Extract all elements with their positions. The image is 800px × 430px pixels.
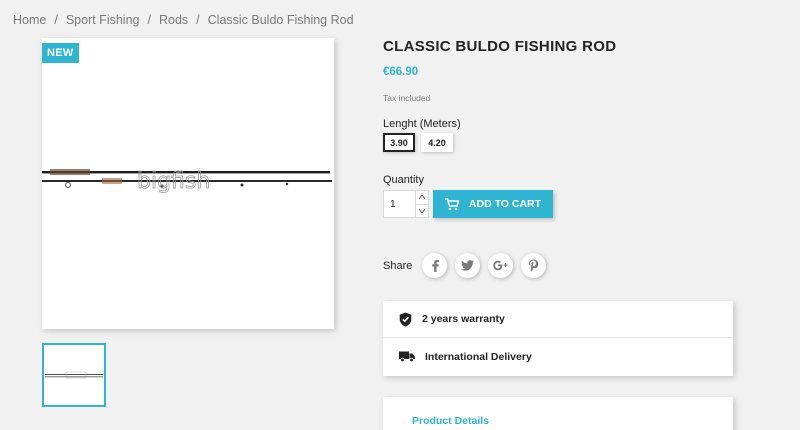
- quantity-increase-button[interactable]: [416, 191, 428, 205]
- breadcrumb: Home / Sport Fishing / Rods / Classic Bu…: [13, 13, 354, 27]
- brand-watermark: bigfish: [137, 169, 210, 194]
- fishing-rod-thumbnail: [45, 371, 103, 379]
- pinterest-share-button[interactable]: [521, 253, 547, 278]
- breadcrumb-current[interactable]: Classic Buldo Fishing Rod: [208, 13, 354, 27]
- google-plus-icon: [493, 260, 508, 271]
- variant-option-3-90[interactable]: 3.90: [383, 133, 415, 152]
- breadcrumb-sport-fishing[interactable]: Sport Fishing: [66, 13, 140, 27]
- variant-options: 3.90 4.20: [383, 133, 453, 152]
- quantity-stepper: [383, 190, 429, 218]
- variant-label: Lenght (Meters): [383, 118, 461, 130]
- breadcrumb-rods[interactable]: Rods: [159, 13, 188, 27]
- quantity-buttons: [415, 191, 428, 217]
- quantity-decrease-button[interactable]: [416, 205, 428, 218]
- google-plus-share-button[interactable]: [488, 253, 514, 278]
- reassurance-block: 2 years warranty International Delivery: [383, 301, 733, 376]
- pinterest-icon: [529, 259, 539, 272]
- quantity-input[interactable]: [384, 191, 415, 217]
- quantity-label: Quantity: [383, 174, 424, 186]
- facebook-icon: [432, 259, 439, 272]
- breadcrumb-separator: /: [196, 13, 200, 27]
- new-badge: NEW: [42, 43, 79, 63]
- tab-product-details[interactable]: Product Details: [412, 415, 489, 427]
- reassurance-text: International Delivery: [425, 350, 532, 363]
- product-thumbnail[interactable]: [42, 343, 106, 407]
- shopping-cart-icon: [444, 197, 459, 210]
- product-tabs: Product Details: [383, 397, 733, 430]
- breadcrumb-separator: /: [147, 13, 151, 27]
- twitter-icon: [461, 260, 475, 271]
- reassurance-item: International Delivery: [383, 338, 733, 375]
- twitter-share-button[interactable]: [455, 253, 481, 278]
- shield-check-icon: [399, 312, 412, 326]
- chevron-down-icon: [419, 208, 425, 213]
- variant-option-4-20[interactable]: 4.20: [421, 133, 453, 152]
- share-bar: Share: [383, 253, 547, 278]
- facebook-share-button[interactable]: [422, 253, 448, 278]
- breadcrumb-home[interactable]: Home: [13, 13, 46, 27]
- product-price: €66.90: [383, 66, 419, 78]
- chevron-up-icon: [419, 195, 425, 200]
- fishing-rod-image: bigfish: [42, 169, 332, 194]
- product-main-image[interactable]: NEW bigfish: [42, 38, 334, 329]
- breadcrumb-separator: /: [54, 13, 58, 27]
- reassurance-text: 2 years warranty: [422, 313, 505, 325]
- add-to-cart-button[interactable]: ADD TO CART: [433, 190, 553, 218]
- add-to-cart-label: ADD TO CART: [468, 198, 542, 210]
- product-title: CLASSIC BULDO FISHING ROD: [383, 38, 617, 55]
- share-label: Share: [383, 259, 413, 272]
- reassurance-item: 2 years warranty: [383, 301, 733, 338]
- tax-note: Tax included: [383, 93, 431, 103]
- truck-icon: [399, 351, 415, 362]
